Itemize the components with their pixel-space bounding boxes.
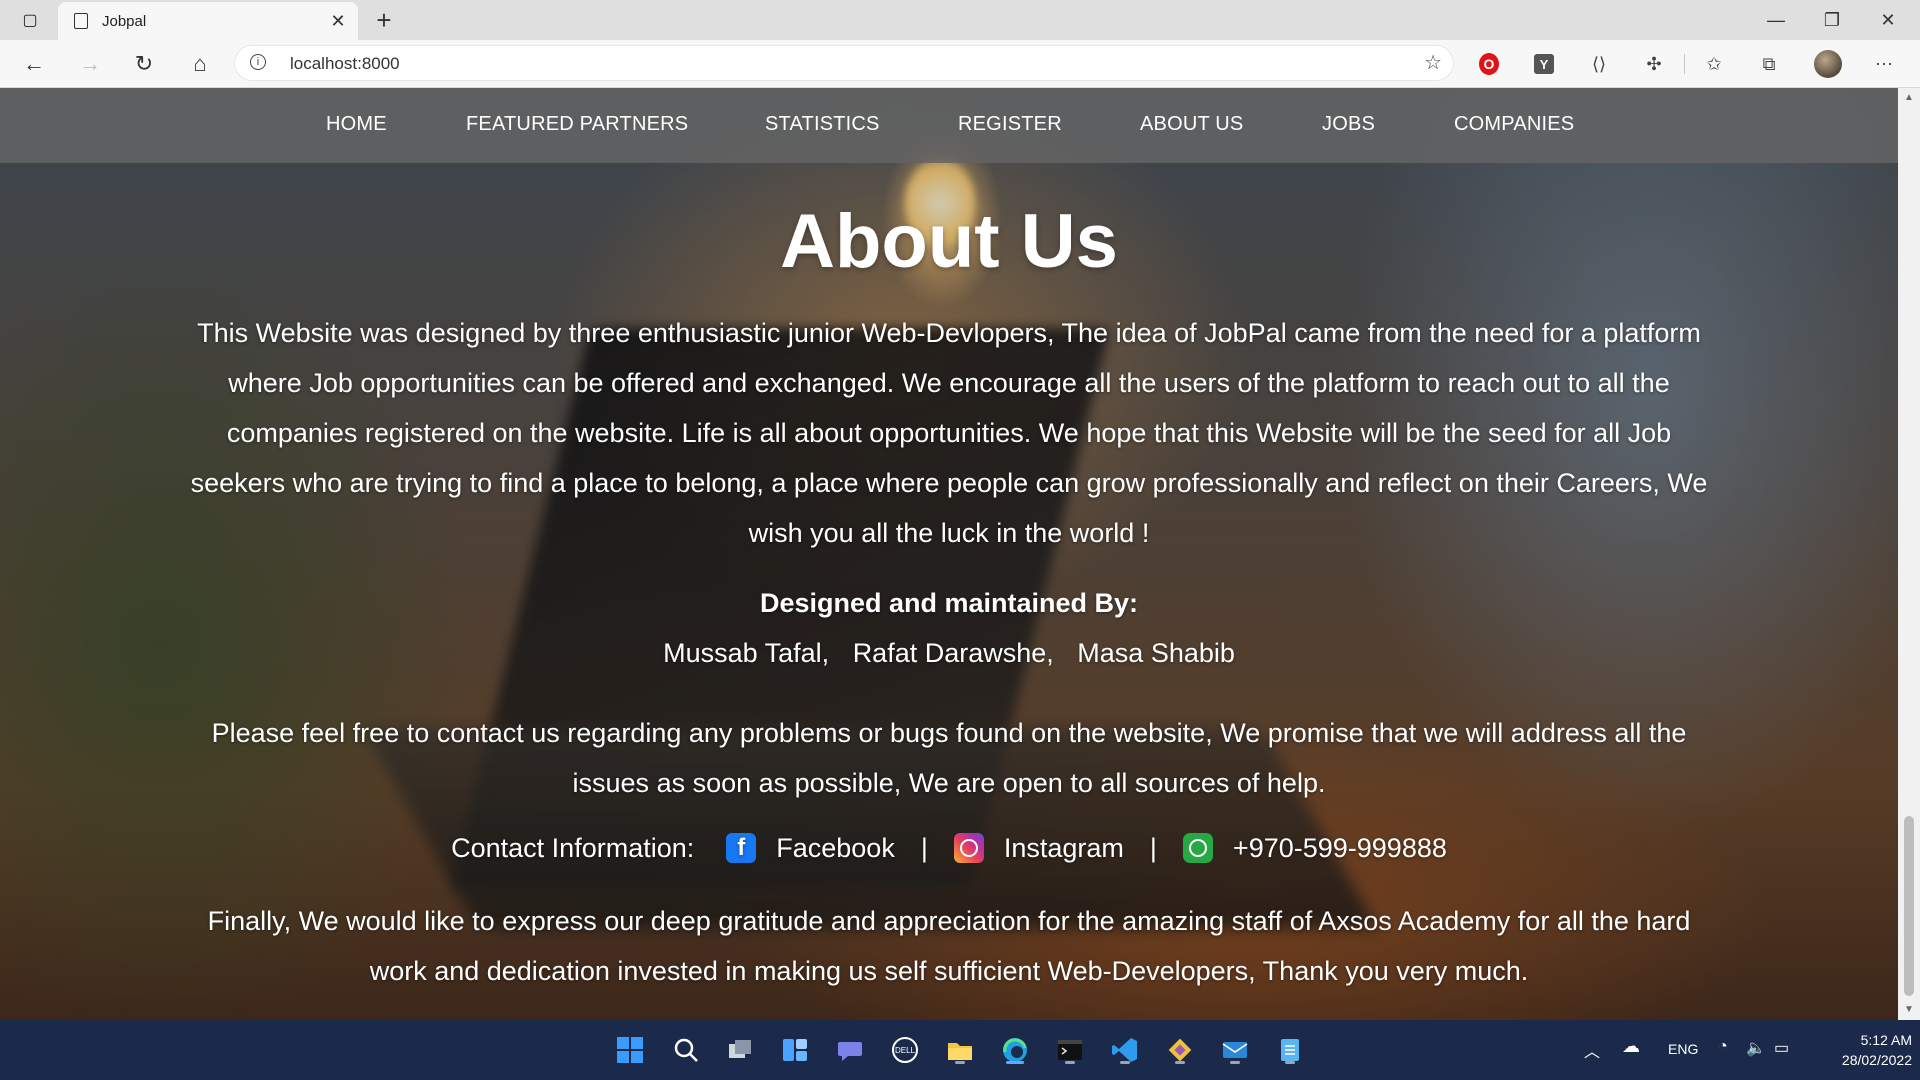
home-icon[interactable]: ⌂ (182, 46, 218, 82)
browser-tab[interactable]: Jobpal ✕ (58, 2, 358, 40)
active-indicator (1006, 1061, 1024, 1064)
nav-companies[interactable]: COMPANIES (1454, 113, 1574, 136)
svg-text:DELL: DELL (895, 1046, 916, 1055)
facebook-icon[interactable]: f (726, 833, 757, 863)
running-indicator (1065, 1061, 1075, 1064)
running-indicator (1285, 1061, 1295, 1064)
page-icon (74, 13, 88, 29)
running-indicator (1175, 1061, 1185, 1064)
vscode-icon[interactable] (1107, 1032, 1143, 1068)
url-text[interactable]: localhost:8000 (290, 54, 400, 74)
clock-time: 5:12 AM (1860, 1032, 1912, 1048)
add-favorite-icon[interactable]: ☆ (1424, 50, 1442, 75)
address-bar[interactable]: i localhost:8000 ☆ (234, 45, 1454, 81)
page-viewport: HOME FEATURED PARTNERS STATISTICS REGIST… (0, 88, 1898, 1020)
running-indicator (1230, 1061, 1240, 1064)
separator: | (920, 832, 928, 863)
nav-home[interactable]: HOME (326, 113, 387, 136)
opera-extension-icon[interactable]: O (1475, 50, 1503, 78)
start-icon[interactable] (612, 1032, 648, 1068)
git-app-icon[interactable] (1162, 1032, 1198, 1068)
widgets-icon[interactable] (777, 1032, 813, 1068)
code-extension-icon[interactable]: ⟨⟩ (1585, 50, 1613, 78)
onedrive-icon[interactable]: ☁ (1622, 1036, 1640, 1057)
search-icon[interactable] (668, 1032, 704, 1068)
page-title: About Us (780, 199, 1118, 284)
toolbar-divider (1684, 54, 1685, 74)
tray-overflow-icon[interactable]: ︿ (1584, 1038, 1600, 1062)
notepad-icon[interactable] (1272, 1032, 1308, 1068)
whatsapp-icon[interactable] (1182, 833, 1213, 863)
more-menu-icon[interactable]: ⋯ (1870, 50, 1898, 78)
tab-title: Jobpal (102, 12, 147, 30)
browser-toolbar: ← → ↻ ⌂ i localhost:8000 ☆ O Y ⟨⟩ ✣ ✩ ⧉ … (0, 40, 1920, 88)
task-view-icon[interactable] (722, 1032, 758, 1068)
running-indicator (1120, 1061, 1130, 1064)
scroll-up-icon[interactable]: ▲ (1898, 88, 1920, 108)
file-explorer-icon[interactable] (942, 1032, 978, 1068)
extensions-icon[interactable]: ✣ (1640, 50, 1668, 78)
separator: | (1149, 832, 1157, 863)
scroll-down-icon[interactable]: ▼ (1898, 1000, 1920, 1020)
volume-icon[interactable]: 🔈 (1746, 1038, 1766, 1058)
contact-information: Contact Information: f Facebook | Instag… (0, 826, 1898, 870)
closing-paragraph: Finally, We would like to express our de… (207, 906, 1691, 986)
close-tab-icon[interactable]: ✕ (324, 11, 352, 32)
dell-icon[interactable]: DELL (887, 1032, 923, 1068)
favorites-icon[interactable]: ✩ (1700, 50, 1728, 78)
nav-register[interactable]: REGISTER (958, 113, 1062, 136)
browser-tab-strip: ▢ Jobpal ✕ + — ❐ ✕ (0, 0, 1920, 40)
instagram-icon[interactable] (953, 833, 984, 863)
wifi-icon[interactable]: ◔ (1718, 1038, 1728, 1056)
nav-featured-partners[interactable]: FEATURED PARTNERS (466, 113, 688, 136)
restore-icon[interactable]: ❐ (1804, 0, 1860, 40)
battery-icon[interactable]: ▭ (1774, 1038, 1789, 1058)
site-navbar: HOME FEATURED PARTNERS STATISTICS REGIST… (0, 88, 1898, 163)
y-extension-icon[interactable]: Y (1530, 50, 1558, 78)
new-tab-icon[interactable]: + (368, 4, 400, 36)
intro-paragraph: This Website was designed by three enthu… (190, 318, 1708, 548)
designers-list: Mussab Tafal, Rafat Darawshe, Masa Shabi… (0, 638, 1898, 669)
system-clock[interactable]: 5:12 AM 28/02/2022 (1812, 1030, 1912, 1070)
language-indicator[interactable]: ENG (1668, 1041, 1698, 1057)
scroll-thumb[interactable] (1904, 816, 1914, 996)
nav-jobs[interactable]: JOBS (1322, 113, 1375, 136)
page-scrollbar[interactable]: ▲ ▼ (1898, 88, 1920, 1020)
site-info-icon[interactable]: i (250, 54, 266, 70)
minimize-icon[interactable]: — (1748, 0, 1804, 40)
teams-chat-icon[interactable] (832, 1032, 868, 1068)
running-indicator (955, 1061, 965, 1064)
instagram-link[interactable]: Instagram (1004, 833, 1124, 864)
mail-icon[interactable] (1217, 1032, 1253, 1068)
designer-name: Rafat Darawshe, (852, 638, 1054, 668)
collections-icon[interactable]: ⧉ (1755, 50, 1783, 78)
windows-taskbar: DELL ︿ ☁ ENG ◔ 🔈 ▭ 5:12 AM 28/02/2022 (0, 1020, 1920, 1080)
designer-name: Masa Shabib (1077, 638, 1235, 668)
contact-label: Contact Information: (451, 832, 695, 863)
forward-icon[interactable]: → (72, 46, 108, 82)
edge-icon[interactable] (997, 1032, 1033, 1068)
clock-date: 28/02/2022 (1841, 1052, 1912, 1068)
close-window-icon[interactable]: ✕ (1860, 0, 1916, 40)
facebook-link[interactable]: Facebook (776, 833, 895, 864)
designed-by-heading: Designed and maintained By: (759, 588, 1139, 618)
terminal-icon[interactable] (1052, 1032, 1088, 1068)
refresh-icon[interactable]: ↻ (126, 46, 162, 82)
phone-number: +970-599-999888 (1232, 832, 1447, 863)
designer-name: Mussab Tafal, (663, 638, 830, 668)
back-icon[interactable]: ← (16, 46, 52, 82)
tab-actions-icon[interactable]: ▢ (14, 8, 46, 32)
profile-avatar[interactable] (1814, 50, 1842, 78)
nav-about-us[interactable]: ABOUT US (1140, 113, 1243, 136)
nav-statistics[interactable]: STATISTICS (765, 113, 880, 136)
contact-paragraph: Please feel free to contact us regarding… (211, 718, 1687, 798)
